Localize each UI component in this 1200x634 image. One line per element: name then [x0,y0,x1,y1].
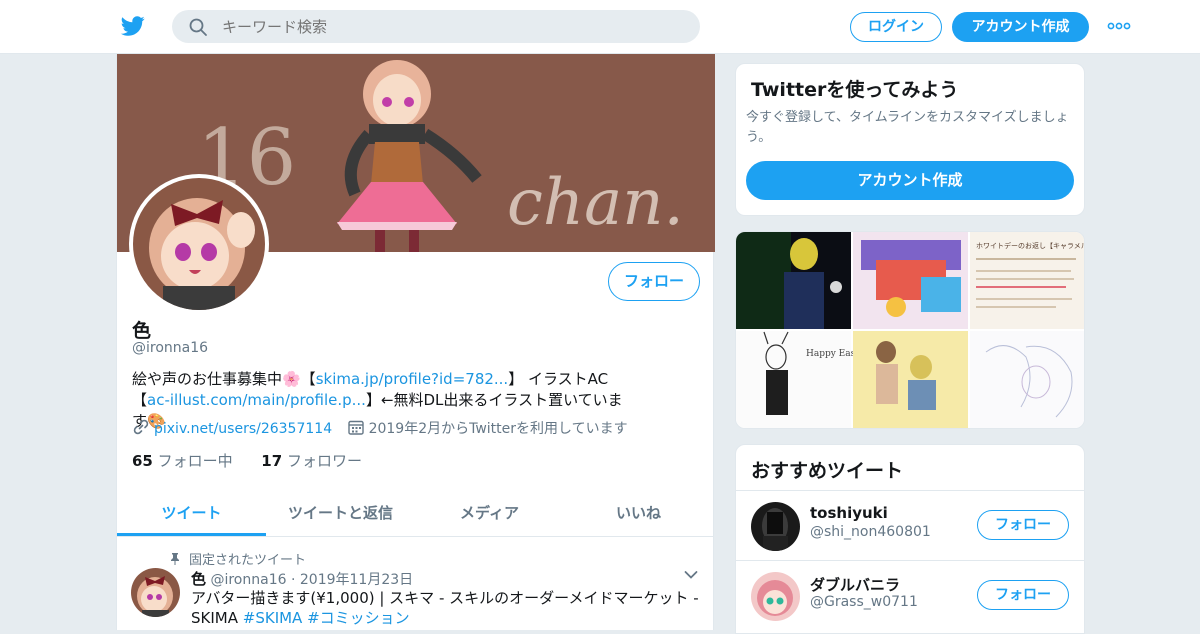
followers-count: 17 [261,452,283,470]
recommended-user-row[interactable]: ダブルバニラ @Grass_w0711 フォロー [736,560,1084,630]
hashtag-commission[interactable]: #コミッション [307,609,410,627]
dot-separator: · [290,572,296,588]
profile-meta: pixiv.net/users/26357114 2019年2月からTwitte… [132,418,628,438]
profile-counts: 65 フォロー中 17 フォロワー [132,450,362,471]
signup-card-button[interactable]: アカウント作成 [746,161,1074,200]
hashtag-skima[interactable]: #SKIMA [243,609,303,627]
recommended-user-handle[interactable]: @Grass_w0711 [810,594,918,610]
profile-avatar[interactable] [129,174,269,314]
profile-handle[interactable]: @ironna16 [132,340,208,356]
signup-button[interactable]: アカウント作成 [952,12,1089,42]
tweet-author-avatar[interactable] [131,568,180,617]
recommended-follow-button[interactable]: フォロー [977,580,1069,610]
tab-tweets-and-replies[interactable]: ツイートと返信 [266,491,415,536]
tab-tweets[interactable]: ツイート [117,491,266,536]
tweet-author-name[interactable]: 色 [191,570,206,588]
recommended-follow-button[interactable]: フォロー [977,510,1069,540]
recommended-user-row[interactable]: toshiyuki @shi_non460801 フォロー [736,490,1084,560]
twitter-bird-icon[interactable] [120,14,146,38]
chevron-down-icon[interactable] [684,570,698,580]
signup-card-description: 今すぐ登録して、タイムラインをカスタマイズしましょう。 [746,110,1069,145]
recommended-user-avatar[interactable] [751,572,800,621]
pinned-label: 固定されたツイート [189,553,307,568]
link-icon [133,419,149,435]
pin-icon [171,553,179,565]
media-grid: ホワイトデーのお返し【キャラメル】の意味！ Happy Easter? [735,231,1085,429]
tweet-text: アバター描きます(¥1,000) | スキマ - スキルのオーダーメイドマーケッ… [191,588,701,628]
search-icon [189,18,207,36]
banner-text-chan: chan. [507,166,684,240]
login-button[interactable]: ログイン [850,12,942,42]
recommended-user-handle[interactable]: @shi_non460801 [810,524,931,540]
media-thumbnail-3[interactable]: ホワイトデーのお返し【キャラメル】の意味！ [970,232,1085,329]
recommended-title: おすすめツイート [751,460,904,482]
following-label: フォロー中 [157,452,233,470]
search-box[interactable] [172,10,700,43]
tweet-header: 色 @ironna16 · 2019年11月23日 [191,568,413,589]
recommended-user-name[interactable]: ダブルバニラ [810,574,900,595]
avatar-illustration [133,178,265,310]
profile-column: 16 chan. フォロー 色 @ironna16 絵や声のお仕事募集中🌸【sk… [116,54,715,630]
signup-card: Twitterを使ってみよう 今すぐ登録して、タイムラインをカスタマイズしましょ… [735,63,1085,216]
media-thumbnail-1[interactable] [736,232,851,329]
recommended-user-avatar[interactable] [751,502,800,551]
pinned-indicator: 固定されたツイート [169,549,306,568]
joined-date: 2019年2月からTwitterを利用しています [368,421,628,437]
profile-website-link[interactable]: pixiv.net/users/26357114 [154,421,332,437]
profile-tabs: ツイート ツイートと返信 メディア いいね [117,491,713,537]
media-thumbnail-4[interactable]: Happy Easter? [736,331,873,429]
follow-button[interactable]: フォロー [608,262,700,301]
recommended-user-name[interactable]: toshiyuki [810,504,888,522]
recommended-users-card: おすすめツイート toshiyuki @shi_non460801 フォロー ダ… [735,444,1085,634]
tab-likes[interactable]: いいね [564,491,713,536]
bio-link-skima[interactable]: skima.jp/profile?id=782... [316,370,509,388]
calendar-icon [347,420,364,435]
more-options-icon[interactable] [1106,18,1132,34]
avatar-double-vanilla [751,572,800,621]
media-thumbnail-6[interactable] [970,331,1085,429]
following-count-link[interactable]: 65 フォロー中 [132,452,233,470]
bio-text: 絵や声のお仕事募集中🌸【 [132,370,316,388]
top-navigation-bar: ログイン アカウント作成 [0,0,1200,54]
search-input[interactable] [222,10,682,43]
tab-media[interactable]: メディア [415,491,564,536]
tweet-avatar-illustration [131,568,180,617]
tweet-date[interactable]: 2019年11月23日 [300,572,413,588]
profile-name[interactable]: 色 [132,316,151,343]
tweet-author-handle[interactable]: @ironna16 [210,572,286,588]
bio-link-ac-illust[interactable]: ac-illust.com/main/profile.p... [147,391,366,409]
signup-card-title: Twitterを使ってみよう [751,79,959,101]
media-thumbnail-2[interactable] [853,232,968,329]
followers-count-link[interactable]: 17 フォロワー [261,452,362,470]
following-count: 65 [132,452,153,470]
media-thumbnail-5[interactable] [853,331,968,429]
followers-label: フォロワー [286,452,362,470]
media-tile-text-caramel: ホワイトデーのお返し【キャラメル】の意味！ [976,241,1085,250]
media-grid-thumbnails: ホワイトデーのお返し【キャラメル】の意味！ Happy Easter? [736,232,1085,429]
avatar-toshiyuki [751,502,800,551]
